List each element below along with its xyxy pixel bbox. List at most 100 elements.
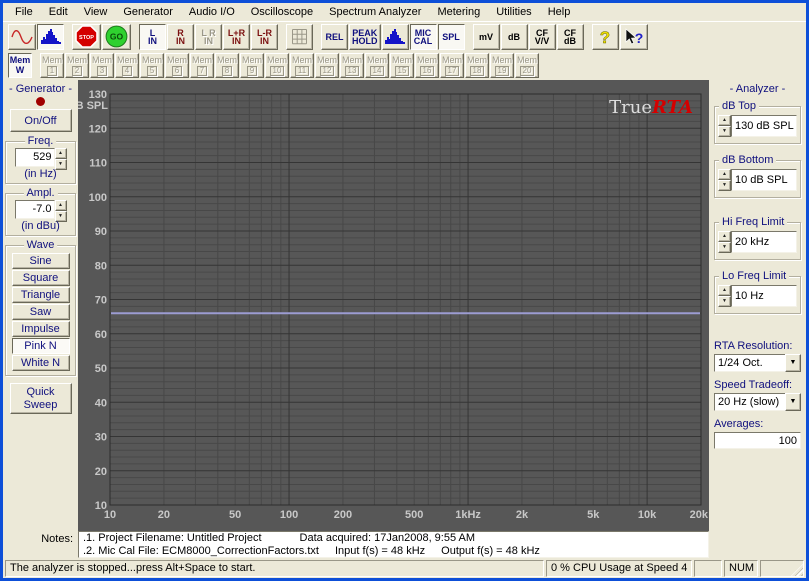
- amplitude-group: Ampl. -7.0 ▲ ▼ (in dBu): [5, 193, 76, 236]
- mem-label: Mem: [317, 56, 337, 65]
- mem-16-button[interactable]: Mem16: [415, 53, 439, 78]
- peak-hold-button[interactable]: PEAKHOLD: [349, 24, 381, 50]
- mem-write-button[interactable]: MemW: [8, 53, 32, 78]
- quick-sweep-line1: Quick: [26, 386, 54, 398]
- wave-pink-n-button[interactable]: Pink N: [12, 338, 70, 354]
- mem-14-button[interactable]: Mem14: [365, 53, 389, 78]
- frequency-spin-up[interactable]: ▲: [55, 148, 67, 159]
- crest-factor-db-button[interactable]: CFdB: [557, 24, 584, 50]
- spl-mode-button[interactable]: SPL: [438, 24, 465, 50]
- mem-20-button[interactable]: Mem20: [515, 53, 539, 78]
- hi-freq-spin-down[interactable]: ▼: [718, 242, 731, 253]
- menu-item-metering[interactable]: Metering: [429, 4, 488, 21]
- mem-label: Mem: [417, 56, 437, 65]
- bar-display-button[interactable]: [382, 24, 409, 50]
- mem-15-button[interactable]: Mem15: [390, 53, 414, 78]
- menu-item-oscilloscope[interactable]: Oscilloscope: [243, 4, 321, 21]
- menubar: FileEditViewGeneratorAudio I/OOscillosco…: [3, 3, 806, 22]
- grid-toggle-button[interactable]: [286, 24, 313, 50]
- mem-slot-number: 13: [345, 66, 360, 76]
- mic-cal-button[interactable]: MICCAL: [410, 24, 437, 50]
- mem-11-button[interactable]: Mem11: [290, 53, 314, 78]
- input-l-minus-r-button[interactable]: L-RIN: [251, 24, 278, 50]
- lo-freq-spin-down[interactable]: ▼: [718, 296, 731, 307]
- mem-6-button[interactable]: Mem6: [165, 53, 189, 78]
- crest-factor-vv-button[interactable]: CFV/V: [529, 24, 556, 50]
- hi-freq-value[interactable]: 20 kHz: [731, 231, 797, 253]
- db-bottom-spin-down[interactable]: ▼: [718, 180, 731, 191]
- mem-10-button[interactable]: Mem10: [265, 53, 289, 78]
- frequency-input[interactable]: 529: [15, 148, 55, 167]
- mem-3-button[interactable]: Mem3: [90, 53, 114, 78]
- lo-freq-value[interactable]: 10 Hz: [731, 285, 797, 307]
- mem-slot-number: 16: [420, 66, 435, 76]
- input-l-plus-r-button[interactable]: L+RIN: [223, 24, 250, 50]
- relative-mode-button[interactable]: REL: [321, 24, 348, 50]
- averages-input[interactable]: 100: [714, 432, 801, 449]
- menu-item-edit[interactable]: Edit: [41, 4, 76, 21]
- speed-tradeoff-dropdown[interactable]: 20 Hz (slow) ▼: [714, 393, 801, 411]
- help-button[interactable]: ?: [592, 24, 619, 50]
- menu-item-view[interactable]: View: [76, 4, 116, 21]
- wave-impulse-button[interactable]: Impulse: [12, 321, 70, 337]
- mem-label: Mem: [292, 56, 312, 65]
- spectrum-analyzer-view-button[interactable]: [37, 24, 64, 50]
- mem-7-button[interactable]: Mem7: [190, 53, 214, 78]
- amplitude-spin-up[interactable]: ▲: [55, 200, 67, 211]
- quick-sweep-button[interactable]: QuickSweep: [10, 383, 72, 414]
- amplitude-input[interactable]: -7.0: [15, 200, 55, 219]
- wave-group-label: Wave: [24, 239, 58, 251]
- stop-button[interactable]: STOP: [72, 24, 101, 50]
- db-top-spin-up[interactable]: ▲: [718, 115, 731, 126]
- wave-white-n-button[interactable]: White N: [12, 355, 70, 371]
- hi-freq-label: Hi Freq Limit: [719, 216, 787, 228]
- x-tick-label: 2k: [516, 509, 529, 521]
- wave-sine-button[interactable]: Sine: [12, 253, 70, 269]
- mem-19-button[interactable]: Mem19: [490, 53, 514, 78]
- notes-textbox[interactable]: .1. Project Filename: Untitled ProjectDa…: [78, 531, 709, 558]
- mem-12-button[interactable]: Mem12: [315, 53, 339, 78]
- mem-9-button[interactable]: Mem9: [240, 53, 264, 78]
- mem-8-button[interactable]: Mem8: [215, 53, 239, 78]
- units-mv-button[interactable]: mV: [473, 24, 500, 50]
- input-right-button[interactable]: RIN: [167, 24, 194, 50]
- units-db-label: dB: [508, 33, 520, 41]
- x-tick-label: 200: [334, 509, 352, 521]
- wave-saw-button[interactable]: Saw: [12, 304, 70, 320]
- menu-item-generator[interactable]: Generator: [115, 4, 181, 21]
- mem-1-button[interactable]: Mem1: [40, 53, 64, 78]
- mem-slot-number: 11: [295, 66, 309, 76]
- menu-item-audio-i-o[interactable]: Audio I/O: [181, 4, 243, 21]
- x-tick-label: 1kHz: [455, 509, 481, 521]
- menu-item-help[interactable]: Help: [540, 4, 579, 21]
- db-top-value[interactable]: 130 dB SPL: [731, 115, 797, 137]
- menu-item-file[interactable]: File: [7, 4, 41, 21]
- go-button[interactable]: GO: [102, 24, 131, 50]
- generator-sine-button[interactable]: [8, 24, 36, 50]
- hi-freq-spin-up[interactable]: ▲: [718, 231, 731, 242]
- mem-4-button[interactable]: Mem4: [115, 53, 139, 78]
- rta-resolution-dropdown-arrow-icon[interactable]: ▼: [785, 354, 801, 372]
- input-left-right-button[interactable]: L RIN: [195, 24, 222, 50]
- db-bottom-spin-up[interactable]: ▲: [718, 169, 731, 180]
- wave-triangle-button[interactable]: Triangle: [12, 287, 70, 303]
- mem-2-button[interactable]: Mem2: [65, 53, 89, 78]
- toolbar-separator: [65, 24, 72, 50]
- input-left-button[interactable]: LIN: [139, 24, 166, 50]
- mem-5-button[interactable]: Mem5: [140, 53, 164, 78]
- status-resize-grip[interactable]: [760, 560, 804, 577]
- mem-17-button[interactable]: Mem17: [440, 53, 464, 78]
- db-top-spin-down[interactable]: ▼: [718, 126, 731, 137]
- units-db-button[interactable]: dB: [501, 24, 528, 50]
- generator-on-off-button[interactable]: On/Off: [10, 109, 72, 132]
- mem-18-button[interactable]: Mem18: [465, 53, 489, 78]
- mem-13-button[interactable]: Mem13: [340, 53, 364, 78]
- db-bottom-value[interactable]: 10 dB SPL: [731, 169, 797, 191]
- lo-freq-spin-up[interactable]: ▲: [718, 285, 731, 296]
- wave-square-button[interactable]: Square: [12, 270, 70, 286]
- menu-item-utilities[interactable]: Utilities: [488, 4, 539, 21]
- speed-tradeoff-dropdown-arrow-icon[interactable]: ▼: [785, 393, 801, 411]
- rta-resolution-dropdown[interactable]: 1/24 Oct. ▼: [714, 354, 801, 372]
- menu-item-spectrum-analyzer[interactable]: Spectrum Analyzer: [321, 4, 429, 21]
- context-help-button[interactable]: ?: [620, 24, 648, 50]
